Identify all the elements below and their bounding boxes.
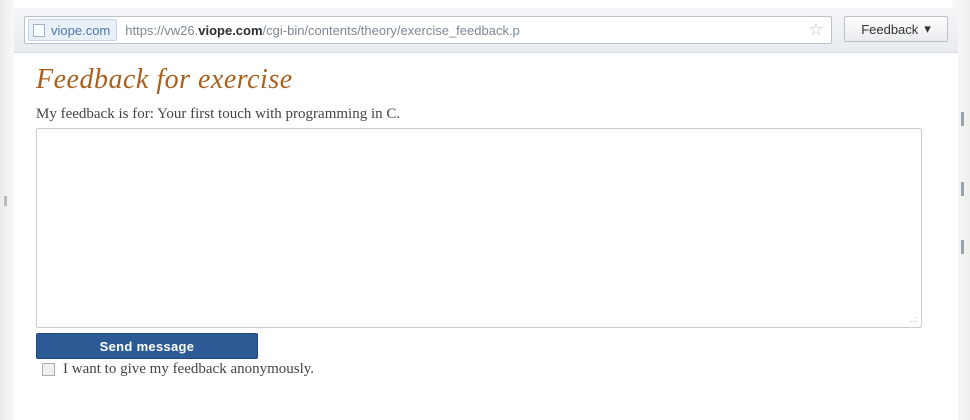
- edge-marker: [961, 182, 964, 196]
- url-field[interactable]: viope.com https://vw26.viope.com/cgi-bin…: [24, 16, 832, 44]
- background-left-edge: [0, 0, 14, 420]
- resize-grip-icon[interactable]: ..:: [910, 314, 918, 324]
- anonymous-checkbox[interactable]: [42, 363, 55, 376]
- page-icon: [33, 23, 45, 37]
- feedback-subject: My feedback is for: Your first touch wit…: [36, 106, 401, 122]
- feedback-message-textarea[interactable]: [36, 128, 922, 328]
- site-identity-chip[interactable]: viope.com: [28, 19, 118, 41]
- feedback-menu-label: Feedback: [861, 21, 919, 37]
- anonymous-label: I want to give my feedback anonymously.: [63, 361, 315, 377]
- feedback-popup-window: viope.com https://vw26.viope.com/cgi-bin…: [14, 8, 958, 420]
- edge-marker: [961, 112, 964, 126]
- feedback-menu-button[interactable]: Feedback ▾: [844, 16, 948, 42]
- send-message-button[interactable]: Send message: [36, 333, 258, 359]
- url-path: /cgi-bin/contents/theory/exercise_feedba…: [262, 22, 520, 38]
- url-host: viope.com: [198, 22, 263, 38]
- browser-address-bar: viope.com https://vw26.viope.com/cgi-bin…: [14, 8, 958, 53]
- edge-marker: [4, 196, 7, 206]
- url-text[interactable]: https://vw26.viope.com/cgi-bin/contents/…: [125, 23, 807, 38]
- page-title: Feedback for exercise: [36, 64, 293, 95]
- site-label: viope.com: [51, 22, 111, 38]
- edge-marker: [961, 240, 964, 254]
- url-prefix: https://vw26.: [125, 22, 199, 38]
- anonymous-option[interactable]: I want to give my feedback anonymously.: [42, 361, 314, 378]
- bookmark-star-icon[interactable]: ☆: [807, 21, 825, 39]
- chevron-down-icon: ▾: [924, 21, 931, 36]
